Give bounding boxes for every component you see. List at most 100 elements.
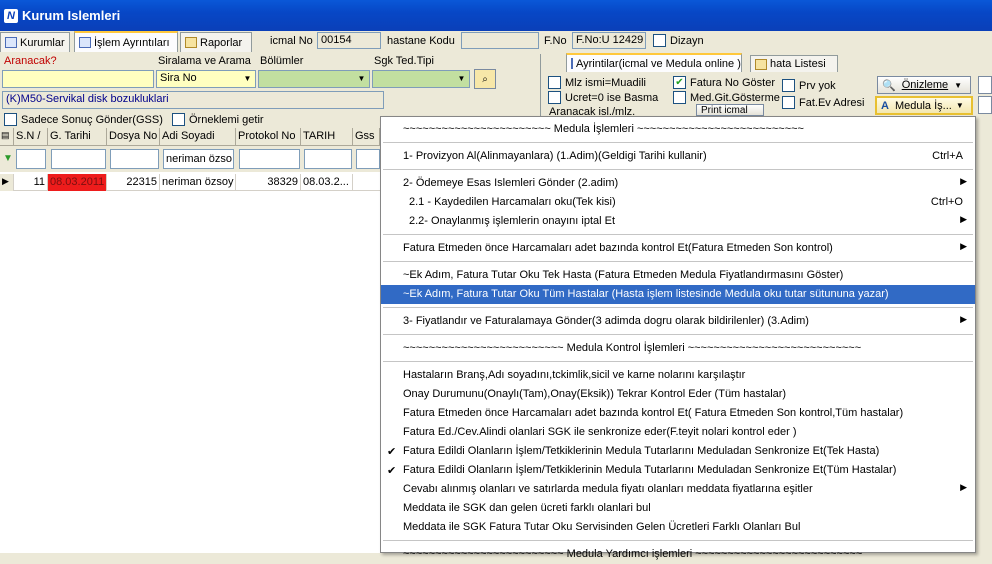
row-pointer-icon: ▶: [0, 174, 14, 191]
menu-item-onay-iptal[interactable]: 2.2- Onaylanmış işlemlerin onayını iptal…: [381, 212, 975, 231]
menu-header-kontrol: ~~~~~~~~~~~~~~~~~~~~~~~~~ Medula Kontrol…: [403, 342, 862, 354]
menu-separator: [383, 540, 973, 541]
submenu-arrow-icon: ▶: [960, 482, 967, 492]
col-header-gss[interactable]: Gss: [353, 128, 380, 146]
prv-yok-checkbox[interactable]: [782, 79, 795, 92]
filter-sn[interactable]: [16, 149, 46, 169]
col-header-tarih[interactable]: TARIH: [301, 128, 353, 146]
onizleme-button[interactable]: 🔍 Önizleme ▼: [877, 76, 971, 94]
filter-tarih[interactable]: [304, 149, 352, 169]
filter-adi[interactable]: neriman özso: [163, 149, 234, 169]
menu-separator: [383, 334, 973, 335]
grid-corner[interactable]: ▤: [0, 128, 14, 146]
aranacak-input[interactable]: [2, 70, 154, 88]
menu-separator: [383, 142, 973, 143]
submenu-arrow-icon: ▶: [960, 214, 967, 224]
menu-item-son-kontrol-tum[interactable]: Fatura Etmeden önce Harcamaları adet baz…: [381, 404, 975, 423]
menu-item-harcamalari-oku[interactable]: 2.1 - Kaydedilen Harcamaları oku(Tek kis…: [381, 193, 975, 212]
cell-protokol: 38329: [236, 174, 301, 191]
sadece-checkbox[interactable]: [4, 113, 17, 126]
dizayn-checkbox[interactable]: [653, 34, 666, 47]
ucret-checkbox[interactable]: [548, 91, 561, 104]
search-button[interactable]: ⌕: [474, 69, 496, 89]
siralama-select[interactable]: Sira No ▼: [156, 70, 256, 88]
menu-item-fiyatlandir[interactable]: 3- Fiyatlandır ve Faturalamaya Gönder(3 …: [381, 312, 975, 331]
menu-item-odemeye-esas[interactable]: 2- Ödemeye Esas Islemleri Gönder (2.adim…: [381, 174, 975, 193]
menu-item-provizyon[interactable]: 1- Provizyon Al(Alinmayanlara) (1.Adim)(…: [381, 147, 975, 166]
col-header-sn[interactable]: S.N /: [14, 128, 48, 146]
menu-item-onay-durumu[interactable]: Onay Durumunu(Onaylı(Tam),Onay(Eksik)) T…: [381, 385, 975, 404]
diagnosis-field: (K)M50-Servikal disk bozukluklari: [2, 91, 384, 109]
app-logo-icon: N: [4, 8, 18, 23]
chevron-down-icon: ▼: [357, 74, 366, 83]
col-header-dosya[interactable]: Dosya No: [107, 128, 160, 146]
filter-gss[interactable]: [356, 149, 380, 169]
tab-islem-ayrintilari[interactable]: İşlem Ayrıntıları: [74, 31, 178, 52]
fatura-no-label: Fatura No Göster: [690, 77, 775, 89]
medula-icon: A: [881, 99, 889, 112]
menu-item-tutar-oku-tum[interactable]: ~Ek Adım, Fatura Tutar Oku Tüm Hastalar …: [381, 285, 975, 304]
menu-item-senkronize-teyit[interactable]: Fatura Ed./Cev.Alindi olanlari SGK ile s…: [381, 423, 975, 442]
col-header-protokol[interactable]: Protokol No: [236, 128, 301, 146]
siralama-label: Siralama ve Arama: [158, 55, 251, 67]
med-git-checkbox[interactable]: [673, 91, 686, 104]
folder-icon: [755, 58, 767, 70]
hastane-kodu-field[interactable]: [461, 32, 539, 49]
menu-item-tutar-farkli[interactable]: Meddata ile SGK Fatura Tutar Oku Servisi…: [381, 518, 975, 537]
mlz-checkbox[interactable]: [548, 76, 561, 89]
fno-field[interactable]: F.No:U 12429: [572, 32, 646, 49]
filter-protokol[interactable]: [239, 149, 300, 169]
fat-ev-label: Fat.Ev Adresi: [799, 97, 865, 109]
fat-ev-checkbox[interactable]: [782, 96, 795, 109]
search-icon: ⌕: [482, 73, 488, 85]
menu-item-son-kontrol[interactable]: Fatura Etmeden önce Harcamaları adet baz…: [381, 239, 975, 258]
menu-item-tutar-oku-tek[interactable]: ~Ek Adım, Fatura Tutar Oku Tek Hasta (Fa…: [381, 266, 975, 285]
window-title: Kurum Islemleri: [22, 8, 121, 23]
menu-item-ucret-farkli[interactable]: Meddata ile SGK dan gelen ücreti farklı …: [381, 499, 975, 518]
extra-button-2[interactable]: [978, 96, 992, 114]
check-icon: ✔: [387, 446, 397, 458]
cell-dosya: 22315: [107, 174, 160, 191]
report-icon: [185, 37, 197, 48]
menu-item-brans-karsilastir[interactable]: Hastaların Branş,Adı soyadını,tckimlik,s…: [381, 366, 975, 385]
med-git-label: Med.Git.Gösterme: [690, 92, 780, 104]
sgk-select[interactable]: ▼: [372, 70, 470, 88]
extra-button[interactable]: [978, 76, 992, 94]
fno-label: F.No: [544, 35, 567, 47]
submenu-arrow-icon: ▶: [960, 176, 967, 186]
col-header-adi[interactable]: Adi Soyadi: [160, 128, 236, 146]
submenu-arrow-icon: ▶: [960, 314, 967, 324]
menu-header-yardimci: ~~~~~~~~~~~~~~~~~~~~~~~~~ Medula Yardımc…: [403, 548, 863, 560]
cell-gtarihi: 08.03.2011: [48, 174, 107, 191]
ornek-checkbox[interactable]: [172, 113, 185, 126]
menu-item-senkronize-tek[interactable]: ✔ Fatura Edildi Olanların İşlem/Tetkikler…: [381, 442, 975, 461]
col-header-gtarihi[interactable]: G. Tarihi: [48, 128, 107, 146]
aranacak-label: Aranacak?: [4, 55, 57, 67]
chevron-down-icon: ▼: [954, 80, 963, 90]
menu-item-senkronize-tum[interactable]: ✔ Fatura Edildi Olanların İşlem/Tetkikler…: [381, 461, 975, 480]
submenu-arrow-icon: ▶: [960, 241, 967, 251]
filter-gtarihi[interactable]: [51, 149, 106, 169]
tab-kurumlar[interactable]: Kurumlar: [0, 32, 70, 52]
cell-adi: neriman özsoy: [160, 174, 236, 191]
tab-hata-listesi[interactable]: hata Listesi: [750, 55, 838, 72]
title-bar: N Kurum Islemleri: [0, 0, 992, 31]
print-icmal-button[interactable]: Print icmal: [696, 104, 764, 116]
hastane-label: hastane Kodu: [387, 35, 455, 47]
details-icon: [79, 37, 91, 48]
menu-separator: [383, 361, 973, 362]
dizayn-label: Dizayn: [670, 35, 704, 47]
chevron-down-icon: ▼: [457, 74, 466, 83]
bolumler-select[interactable]: ▼: [258, 70, 370, 88]
menu-item-fiyat-esitle[interactable]: Cevabı alınmış olanları ve satırlarda me…: [381, 480, 975, 499]
filter-dosya[interactable]: [110, 149, 159, 169]
patient-grid: ▤ S.N / G. Tarihi Dosya No Adi Soyadi Pr…: [0, 128, 380, 553]
prv-yok-label: Prv yok: [799, 80, 836, 92]
fatura-no-checkbox[interactable]: ✔: [673, 76, 686, 89]
table-row[interactable]: ▶ 11 08.03.2011 22315 neriman özsoy 3832…: [0, 174, 380, 191]
menu-separator: [383, 261, 973, 262]
medula-islemleri-button[interactable]: A Medula İş... ▼: [875, 96, 973, 115]
tab-ayrintilar[interactable]: Ayrintilar(icmal ve Medula online ): [566, 53, 742, 72]
icmal-no-field[interactable]: 00154: [317, 32, 381, 49]
tab-raporlar[interactable]: Raporlar: [180, 32, 252, 52]
